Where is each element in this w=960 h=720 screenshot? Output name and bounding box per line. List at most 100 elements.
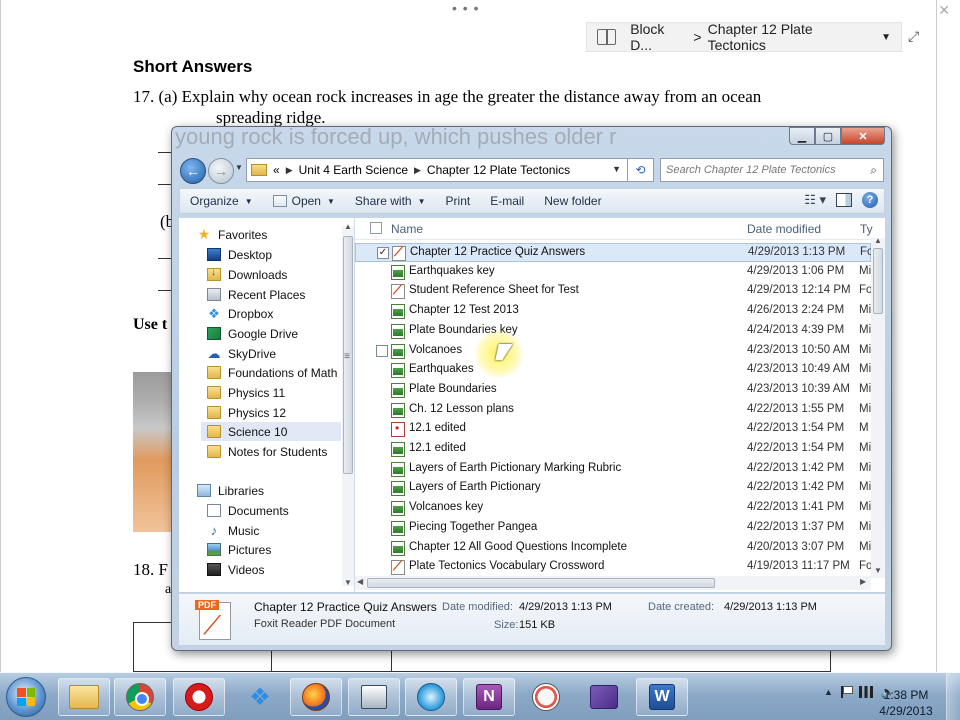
- refresh-button[interactable]: ⟲: [628, 158, 654, 182]
- reader-breadcrumb[interactable]: Block D... > Chapter 12 Plate Tectonics …: [586, 21, 902, 53]
- taskbar-scanner[interactable]: [348, 678, 400, 716]
- address-segment-unit4[interactable]: Unit 4 Earth Science: [299, 163, 408, 177]
- nav-item-dropbox[interactable]: ❖ Dropbox: [207, 304, 273, 323]
- file-row[interactable]: Layers of Earth Pictionary Marking Rubri…: [355, 460, 871, 479]
- chevron-down-icon[interactable]: ▼: [612, 164, 621, 174]
- taskbar-word[interactable]: W: [636, 678, 688, 716]
- taskbar-dropbox[interactable]: ❖: [234, 678, 286, 716]
- nav-item-foundations-math[interactable]: Foundations of Math 10: [207, 363, 341, 382]
- taskbar-opera[interactable]: [173, 678, 225, 716]
- breadcrumb-current[interactable]: Chapter 12 Plate Tectonics: [708, 21, 868, 53]
- nav-item-documents[interactable]: Documents: [207, 501, 289, 520]
- taskbar-itunes[interactable]: [405, 678, 457, 716]
- file-row[interactable]: Volcanoes 4/23/2013 10:50 AM Mi: [355, 342, 871, 361]
- search-input[interactable]: Search Chapter 12 Plate Tectonics ⌕: [660, 158, 884, 182]
- file-row[interactable]: Piecing Together Pangea 4/22/2013 1:37 PM…: [355, 519, 871, 538]
- scroll-up-icon[interactable]: ▲: [874, 236, 882, 245]
- change-view-icon[interactable]: ☷ ▾: [804, 192, 826, 208]
- file-row[interactable]: ✓ Chapter 12 Practice Quiz Answers 4/29/20…: [355, 243, 873, 262]
- taskbar-visual-studio[interactable]: [578, 678, 630, 716]
- file-row[interactable]: Ch. 12 Lesson plans 4/22/2013 1:55 PM Mi: [355, 401, 871, 420]
- forward-button[interactable]: →: [208, 158, 234, 184]
- nav-item-music[interactable]: ♪ Music: [207, 521, 260, 540]
- nav-item-videos[interactable]: Videos: [207, 560, 264, 579]
- nav-libraries[interactable]: Libraries: [197, 481, 264, 500]
- column-type[interactable]: Ty: [860, 222, 873, 236]
- more-options-icon[interactable]: • • •: [452, 0, 479, 16]
- action-center-flag-icon[interactable]: [840, 686, 853, 698]
- file-row[interactable]: Volcanoes key 4/22/2013 1:41 PM Mi: [355, 499, 871, 518]
- file-row[interactable]: Chapter 12 All Good Questions Incomplete…: [355, 539, 871, 558]
- file-row[interactable]: Layers of Earth Pictionary 4/22/2013 1:42…: [355, 479, 871, 498]
- show-desktop-button[interactable]: [946, 673, 960, 720]
- open-button[interactable]: Open ▼: [263, 194, 345, 208]
- minimize-button[interactable]: ▁: [789, 127, 815, 145]
- search-icon[interactable]: ⌕: [870, 163, 877, 178]
- taskbar-explorer[interactable]: [58, 678, 110, 716]
- maximize-button[interactable]: ▢: [815, 127, 841, 145]
- organize-button[interactable]: Organize ▼: [180, 194, 263, 208]
- nav-item-google-drive[interactable]: Google Drive: [207, 324, 298, 343]
- show-hidden-icons-icon[interactable]: ▲: [824, 687, 833, 697]
- nav-item-pictures[interactable]: Pictures: [207, 540, 271, 559]
- column-name[interactable]: Name: [391, 222, 423, 236]
- close-icon[interactable]: ✕: [938, 2, 950, 19]
- nav-item-skydrive[interactable]: ☁ SkyDrive: [207, 344, 277, 363]
- scroll-left-icon[interactable]: ◀: [357, 577, 363, 586]
- address-overflow[interactable]: «: [273, 163, 280, 177]
- taskbar-onenote[interactable]: N: [463, 678, 515, 716]
- nav-item-science-10[interactable]: Science 10: [201, 422, 341, 441]
- recent-pages-icon[interactable]: ▼: [235, 163, 243, 172]
- pane-splitter[interactable]: ≡: [344, 351, 350, 362]
- file-row[interactable]: Chapter 12 Test 2013 4/26/2013 2:24 PM Mi: [355, 302, 871, 321]
- print-button[interactable]: Print: [436, 194, 481, 208]
- email-button[interactable]: E-mail: [480, 194, 534, 208]
- nav-item-physics-11[interactable]: Physics 11: [207, 383, 285, 402]
- file-list-vscrollbar[interactable]: ▲ ▼: [871, 236, 885, 578]
- nav-item-recent-places[interactable]: Recent Places: [207, 285, 305, 304]
- row-checkbox[interactable]: [376, 344, 388, 357]
- scroll-down-icon[interactable]: ▼: [344, 578, 352, 587]
- column-header: Name Date modified Ty: [355, 218, 885, 240]
- address-bar[interactable]: « ▶ Unit 4 Earth Science ▶ Chapter 12 Pl…: [246, 158, 628, 182]
- network-icon[interactable]: [858, 686, 873, 698]
- scroll-up-icon[interactable]: ▲: [344, 222, 352, 231]
- nav-scrollbar[interactable]: ▲ ▼: [342, 222, 354, 587]
- file-list-hscrollbar[interactable]: ◀ ▶: [355, 576, 871, 590]
- taskbar-chrome[interactable]: [114, 678, 166, 716]
- file-row[interactable]: 12.1 edited 4/22/2013 1:54 PM Mi: [355, 440, 871, 459]
- clock[interactable]: 1:38 PM 4/29/2013: [878, 687, 934, 719]
- share-with-button[interactable]: Share with ▼: [345, 194, 436, 208]
- select-all-checkbox[interactable]: [370, 222, 382, 234]
- nav-item-downloads[interactable]: Downloads: [207, 265, 287, 284]
- file-row[interactable]: Plate Boundaries key 4/24/2013 4:39 PM Mi: [355, 322, 871, 341]
- breadcrumb-book[interactable]: Block D...: [630, 21, 687, 53]
- file-row[interactable]: Plate Tectonics Vocabulary Crossword 4/19…: [355, 558, 872, 577]
- help-icon[interactable]: ?: [862, 192, 878, 208]
- file-row[interactable]: Student Reference Sheet for Test 4/29/201…: [355, 282, 872, 301]
- address-segment-chapter12[interactable]: Chapter 12 Plate Tectonics: [427, 163, 570, 177]
- nav-favorites[interactable]: ★ Favorites: [197, 225, 268, 244]
- expand-icon[interactable]: ⤢: [908, 28, 919, 45]
- back-button[interactable]: ←: [180, 158, 206, 184]
- row-checkbox[interactable]: ✓: [377, 247, 389, 259]
- column-date-modified[interactable]: Date modified: [747, 222, 821, 236]
- chevron-down-icon[interactable]: ▼: [881, 32, 891, 43]
- close-button[interactable]: ✕: [841, 127, 885, 145]
- file-row[interactable]: Earthquakes key 4/29/2013 1:06 PM Mi: [355, 263, 871, 282]
- nav-item-physics-12[interactable]: Physics 12: [207, 403, 286, 422]
- nav-item-desktop[interactable]: Desktop: [207, 245, 272, 264]
- preview-pane-icon[interactable]: [836, 193, 852, 207]
- file-row[interactable]: Plate Boundaries 4/23/2013 10:39 AM Mi: [355, 381, 871, 400]
- new-folder-button[interactable]: New folder: [534, 194, 611, 208]
- scrollbar-thumb[interactable]: [873, 248, 883, 314]
- file-row[interactable]: Earthquakes 4/23/2013 10:49 AM Mi: [355, 361, 871, 380]
- taskbar-speedometer[interactable]: [520, 678, 572, 716]
- start-button[interactable]: [6, 677, 46, 717]
- scroll-down-icon[interactable]: ▼: [874, 566, 882, 575]
- nav-item-notes-for-students[interactable]: Notes for Students: [207, 442, 327, 461]
- taskbar-firefox[interactable]: [290, 678, 342, 716]
- scroll-right-icon[interactable]: ▶: [860, 577, 866, 586]
- scrollbar-thumb[interactable]: [367, 578, 715, 588]
- file-row[interactable]: 12.1 edited 4/22/2013 1:54 PM M: [355, 420, 871, 439]
